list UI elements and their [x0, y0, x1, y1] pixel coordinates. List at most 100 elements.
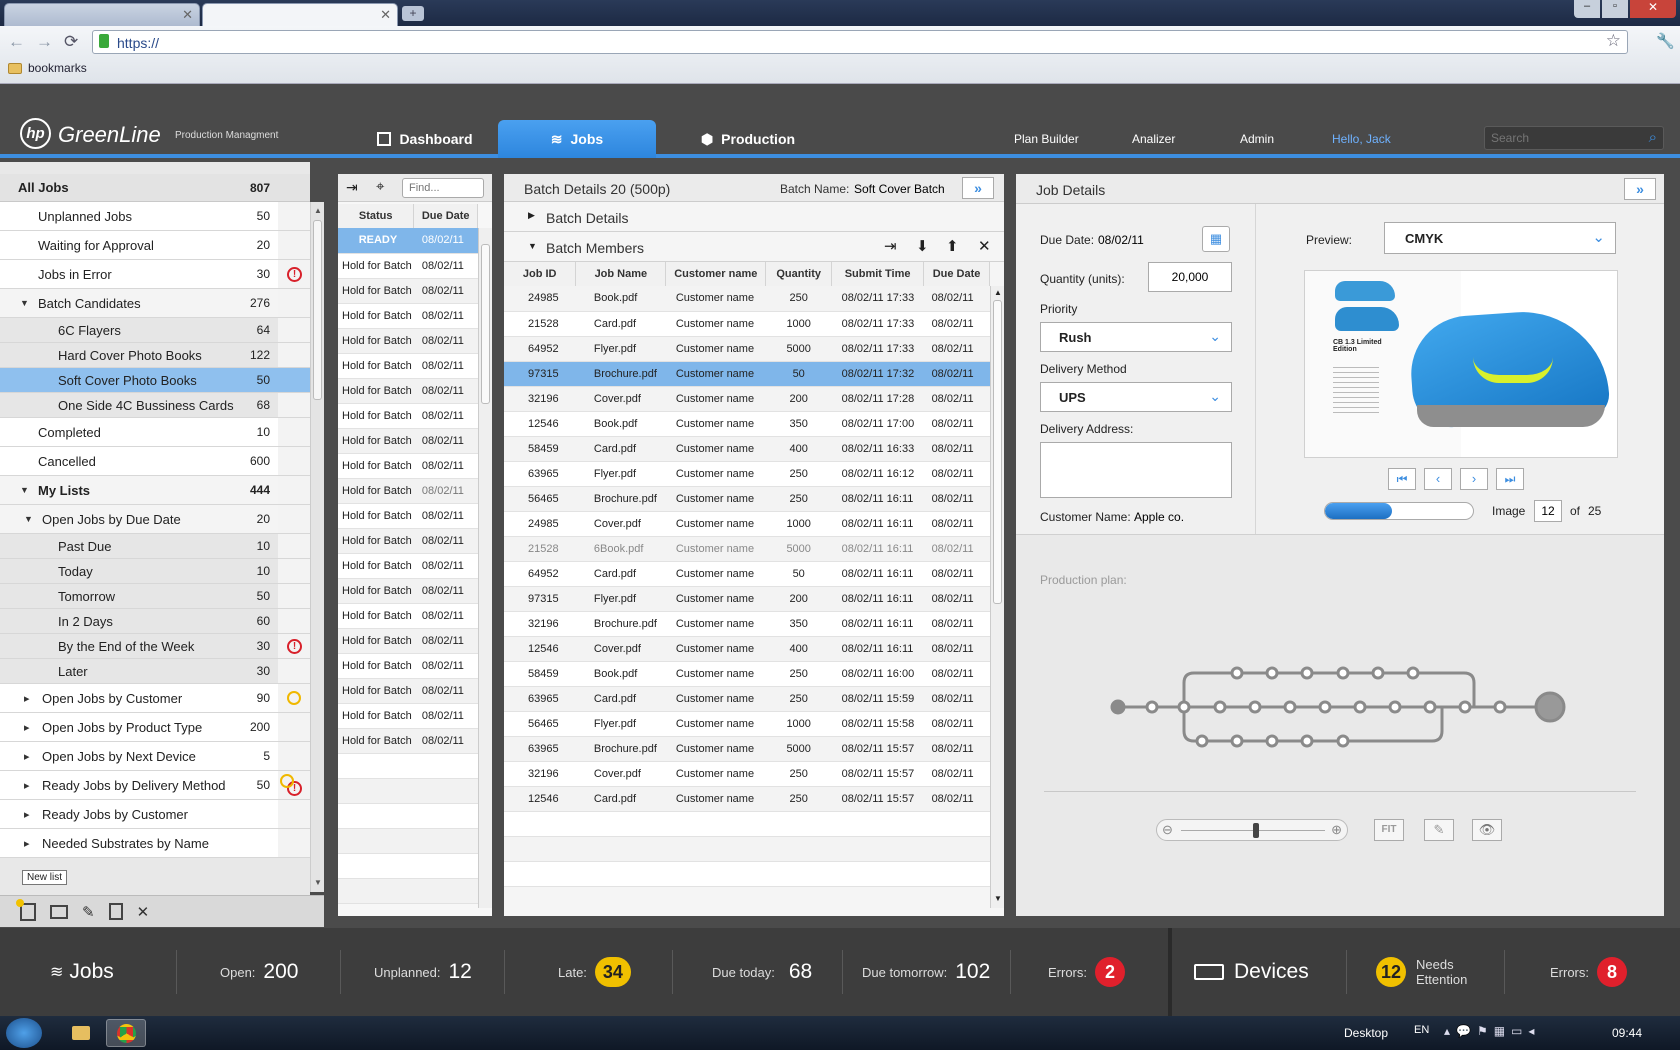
find-input[interactable]: [402, 178, 484, 198]
first-page-button[interactable]: ⏮: [1388, 468, 1416, 490]
production-plan-diagram[interactable]: [1100, 635, 1580, 765]
table-row[interactable]: 63965 Brochure.pdf Customer name 5000 08/02/…: [504, 736, 990, 762]
zoom-slider-handle[interactable]: [1253, 823, 1259, 838]
table-row[interactable]: 56465 Flyer.pdf Customer name 1000 08/02/11 …: [504, 711, 990, 737]
preview-select[interactable]: CMYK ⌄: [1384, 222, 1616, 254]
status-unplanned[interactable]: Unplanned: 12: [374, 928, 472, 1016]
move-down-icon[interactable]: ⬇: [916, 237, 929, 255]
expand-icon[interactable]: »: [1624, 178, 1656, 200]
scroll-down-icon[interactable]: ▼: [314, 878, 322, 887]
sidebar-item[interactable]: ▸ Open Jobs by Product Type 200: [0, 713, 310, 742]
sidebar-item[interactable]: ▸ Open Jobs by Next Device 5: [0, 742, 310, 771]
next-page-button[interactable]: ›: [1460, 468, 1488, 490]
sidebar-item[interactable]: By the End of the Week 30!: [0, 634, 310, 659]
sidebar-item[interactable]: Past Due 10: [0, 534, 310, 559]
target-icon[interactable]: ⌖: [376, 178, 384, 195]
sidebar-item[interactable]: Unplanned Jobs 50: [0, 202, 310, 231]
expand-icon[interactable]: »: [962, 177, 994, 199]
priority-select[interactable]: Rush ⌄: [1040, 322, 1232, 352]
table-row[interactable]: Hold for Batch 08/02/11: [338, 653, 478, 679]
table-row[interactable]: READY 08/02/11: [338, 228, 478, 254]
plan-start-node[interactable]: [1110, 699, 1126, 715]
table-row[interactable]: Hold for Batch 08/02/11: [338, 428, 478, 454]
column-header[interactable]: Job ID: [504, 262, 577, 286]
search-icon[interactable]: ⌕: [1649, 129, 1657, 146]
sidebar-item[interactable]: 6C Flayers 64: [0, 318, 310, 343]
caret-down-icon[interactable]: ▼: [24, 514, 33, 524]
table-row[interactable]: 32196 Cover.pdf Customer name 200 08/02/11 1…: [504, 386, 990, 412]
table-row[interactable]: Hold for Batch 08/02/11: [338, 403, 478, 429]
table-row[interactable]: 24985 Cover.pdf Customer name 1000 08/02/11 …: [504, 511, 990, 537]
table-row[interactable]: Hold for Batch 08/02/11: [338, 303, 478, 329]
plan-node[interactable]: [1406, 666, 1420, 680]
edit-plan-icon[interactable]: ✎: [1424, 819, 1454, 841]
link-admin[interactable]: Admin: [1240, 132, 1274, 146]
start-button[interactable]: [6, 1018, 42, 1048]
table-row[interactable]: Hold for Batch 08/02/11: [338, 703, 478, 729]
column-header[interactable]: Job Name: [575, 262, 667, 286]
maximize-button[interactable]: ▫: [1602, 0, 1628, 18]
table-row[interactable]: Hold for Batch 08/02/11: [338, 453, 478, 479]
plan-node[interactable]: [1300, 734, 1314, 748]
import-icon[interactable]: ⇥: [346, 179, 358, 196]
table-row[interactable]: Hold for Batch 08/02/11: [338, 678, 478, 704]
plan-node[interactable]: [1248, 700, 1262, 714]
link-analizer[interactable]: Analizer: [1132, 132, 1175, 146]
table-row[interactable]: 63965 Flyer.pdf Customer name 250 08/02/11 1…: [504, 461, 990, 487]
new-folder-icon[interactable]: [50, 904, 68, 919]
column-header-status[interactable]: Status: [338, 204, 415, 228]
clipboard-icon[interactable]: [108, 903, 123, 920]
table-row[interactable]: 58459 Book.pdf Customer name 250 08/02/11 16…: [504, 661, 990, 687]
status-open[interactable]: Open: 200: [220, 928, 298, 1016]
status-needs-attention[interactable]: 12 Needs Ettention: [1370, 928, 1467, 1016]
sidebar-item[interactable]: Jobs in Error 30!: [0, 260, 310, 289]
plan-node[interactable]: [1353, 700, 1367, 714]
members-scrollbar[interactable]: ▲ ▼: [990, 286, 1004, 908]
status-jobs[interactable]: ≋ Jobs: [50, 928, 114, 1016]
reload-icon[interactable]: ⟳: [64, 32, 78, 52]
plan-node[interactable]: [1336, 734, 1350, 748]
sidebar-scrollbar[interactable]: ▲ ▼: [310, 202, 324, 892]
star-icon[interactable]: ☆: [1606, 31, 1621, 51]
plan-node[interactable]: [1458, 700, 1472, 714]
sidebar-item-all-jobs[interactable]: All Jobs 807: [0, 174, 310, 202]
back-icon[interactable]: ←: [8, 32, 25, 52]
plan-node[interactable]: [1318, 700, 1332, 714]
sidebar-item[interactable]: ▼ My Lists 444: [0, 476, 310, 505]
column-header[interactable]: Due Date: [923, 262, 990, 286]
forward-icon[interactable]: →: [36, 32, 53, 52]
sidebar-item[interactable]: Waiting for Approval 20: [0, 231, 310, 260]
caret-right-icon[interactable]: ▸: [24, 721, 30, 734]
column-header[interactable]: Submit Time: [831, 262, 925, 286]
plan-end-node[interactable]: [1534, 691, 1566, 723]
tab-production[interactable]: ⬢ Production: [688, 120, 808, 158]
table-row[interactable]: 56465 Brochure.pdf Customer name 250 08/02/1…: [504, 486, 990, 512]
status-due-tomorrow[interactable]: Due tomorrow: 102: [862, 928, 990, 1016]
fit-button[interactable]: FIT: [1374, 819, 1404, 841]
zoom-out-icon[interactable]: ⊖: [1162, 822, 1173, 838]
table-row[interactable]: 64952 Card.pdf Customer name 50 08/02/11 16:…: [504, 561, 990, 587]
table-row[interactable]: 21528 Card.pdf Customer name 1000 08/02/11 1…: [504, 311, 990, 337]
column-header[interactable]: Customer name: [665, 262, 767, 286]
sidebar-item[interactable]: Tomorrow 50: [0, 584, 310, 609]
plan-node[interactable]: [1388, 700, 1402, 714]
delivery-address-field[interactable]: [1040, 442, 1232, 498]
tab-dashboard[interactable]: Dashboard: [360, 120, 490, 158]
caret-down-icon[interactable]: ▼: [20, 485, 29, 495]
table-row[interactable]: 24985 Book.pdf Customer name 250 08/02/11 17…: [504, 286, 990, 312]
table-row[interactable]: Hold for Batch 08/02/11: [338, 603, 478, 629]
delivery-method-select[interactable]: UPS ⌄: [1040, 382, 1232, 412]
table-row[interactable]: 12546 Cover.pdf Customer name 400 08/02/11 1…: [504, 636, 990, 662]
table-row[interactable]: 12546 Card.pdf Customer name 250 08/02/11 15…: [504, 786, 990, 812]
last-page-button[interactable]: ⏭: [1496, 468, 1524, 490]
scroll-thumb[interactable]: [993, 300, 1002, 604]
scroll-thumb[interactable]: [313, 220, 322, 400]
close-window-button[interactable]: ✕: [1630, 0, 1676, 18]
sidebar-item[interactable]: ▸ Open Jobs by Customer 90: [0, 684, 310, 713]
sidebar-item[interactable]: One Side 4C Bussiness Cards 68: [0, 393, 310, 418]
caret-right-icon[interactable]: ▸: [24, 779, 30, 792]
sidebar-item[interactable]: ▸ Ready Jobs by Customer: [0, 800, 310, 829]
table-row[interactable]: Hold for Batch 08/02/11: [338, 353, 478, 379]
clock[interactable]: 09:44: [1612, 1026, 1642, 1040]
column-header[interactable]: Quantity: [765, 262, 833, 286]
